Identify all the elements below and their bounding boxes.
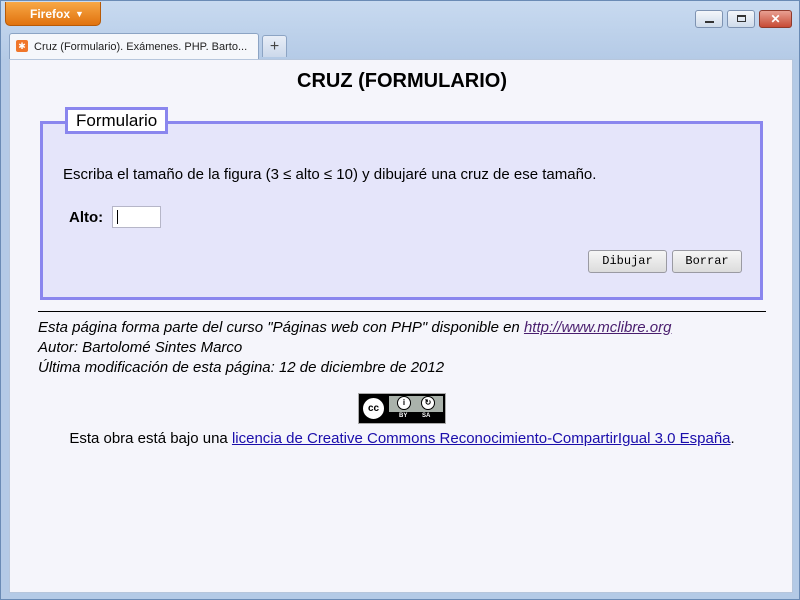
share-alike-icon: ↻ [421, 396, 435, 410]
minimize-icon [705, 21, 714, 23]
form-description: Escriba el tamaño de la figura (3 ≤ alto… [63, 166, 597, 183]
page-content: CRUZ (FORMULARIO) Formulario Escriba el … [9, 59, 793, 593]
tab-strip: ✱ Cruz (Formulario). Exámenes. PHP. Bart… [1, 31, 799, 59]
maximize-button[interactable] [727, 10, 755, 28]
firefox-menu-button[interactable]: Firefox ▼ [5, 2, 101, 26]
borrar-button[interactable]: Borrar [672, 250, 742, 273]
close-button[interactable]: ✕ [759, 10, 792, 28]
browser-window: Firefox ▼ ✕ ✱ Cruz (Formulario). Exámenes… [0, 0, 800, 600]
dibujar-button[interactable]: Dibujar [588, 250, 667, 273]
firefox-menu-label: Firefox [30, 7, 71, 21]
alto-input[interactable] [112, 206, 161, 228]
license-link[interactable]: licencia de Creative Commons Reconocimie… [232, 430, 731, 447]
tab-cruz-formulario[interactable]: ✱ Cruz (Formulario). Exámenes. PHP. Bart… [9, 33, 259, 59]
license-notice: Esta obra está bajo una licencia de Crea… [10, 430, 794, 447]
license-suffix: . [730, 430, 735, 447]
maximize-icon [737, 15, 746, 22]
attribution-icon: i [397, 396, 411, 410]
new-tab-button[interactable]: + [262, 35, 287, 57]
creative-commons-badge[interactable]: cc i ↻ BY SA [358, 393, 446, 424]
page-title: CRUZ (FORMULARIO) [297, 70, 507, 92]
text-cursor [117, 210, 118, 224]
mclibre-link[interactable]: http://www.mclibre.org [524, 319, 672, 336]
license-prefix: Esta obra está bajo una [69, 430, 232, 447]
tab-title: Cruz (Formulario). Exámenes. PHP. Barto.… [34, 41, 248, 53]
footer-last-modified: Última modificación de esta página: 12 d… [38, 359, 445, 376]
favicon-icon: ✱ [16, 40, 28, 52]
footer-author: Autor: Bartolomé Sintes Marco [38, 339, 243, 356]
footer-course-text: Esta página forma parte del curso "Págin… [38, 319, 524, 336]
alto-label: Alto: [69, 209, 104, 226]
chevron-down-icon: ▼ [75, 9, 84, 19]
cc-sa-label: SA [422, 413, 431, 419]
cc-by-label: BY [399, 413, 408, 419]
form-fieldset: Formulario Escriba el tamaño de la figur… [40, 107, 763, 300]
footer-course-line: Esta página forma parte del curso "Págin… [38, 318, 671, 338]
cc-icon: cc [361, 396, 386, 421]
footer-divider [38, 311, 766, 312]
close-icon: ✕ [770, 12, 781, 26]
fieldset-legend: Formulario [65, 107, 169, 134]
minimize-button[interactable] [695, 10, 723, 28]
page-footer: Esta página forma parte del curso "Págin… [38, 318, 671, 378]
title-bar: Firefox ▼ ✕ [1, 1, 799, 31]
